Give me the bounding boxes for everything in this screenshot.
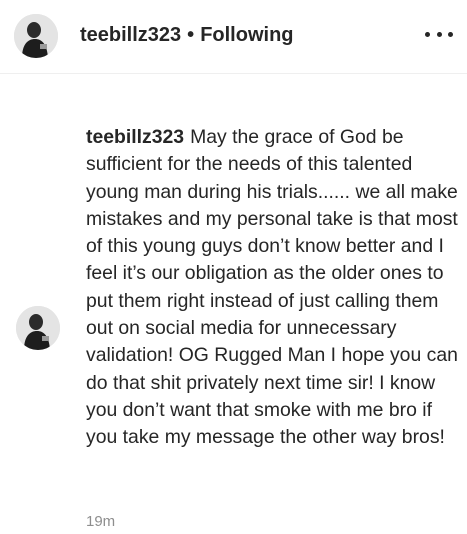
profile-avatar[interactable] xyxy=(14,14,58,58)
more-options-icon[interactable] xyxy=(425,28,453,40)
follow-status-button[interactable]: Following xyxy=(200,24,293,46)
header-user-row: teebillz323 • Following xyxy=(80,24,294,47)
comment-timestamp[interactable]: 19m xyxy=(86,513,115,530)
post-header: teebillz323 • Following xyxy=(0,0,467,74)
comment-avatar[interactable] xyxy=(16,306,60,350)
header-separator: • xyxy=(187,24,195,46)
comment-username[interactable]: teebillz323 xyxy=(86,126,184,148)
comment-text: May the grace of God be sufficient for t… xyxy=(86,126,458,449)
header-username[interactable]: teebillz323 xyxy=(80,24,181,46)
comment-body: teebillz323 May the grace of God be suffi… xyxy=(86,124,458,452)
